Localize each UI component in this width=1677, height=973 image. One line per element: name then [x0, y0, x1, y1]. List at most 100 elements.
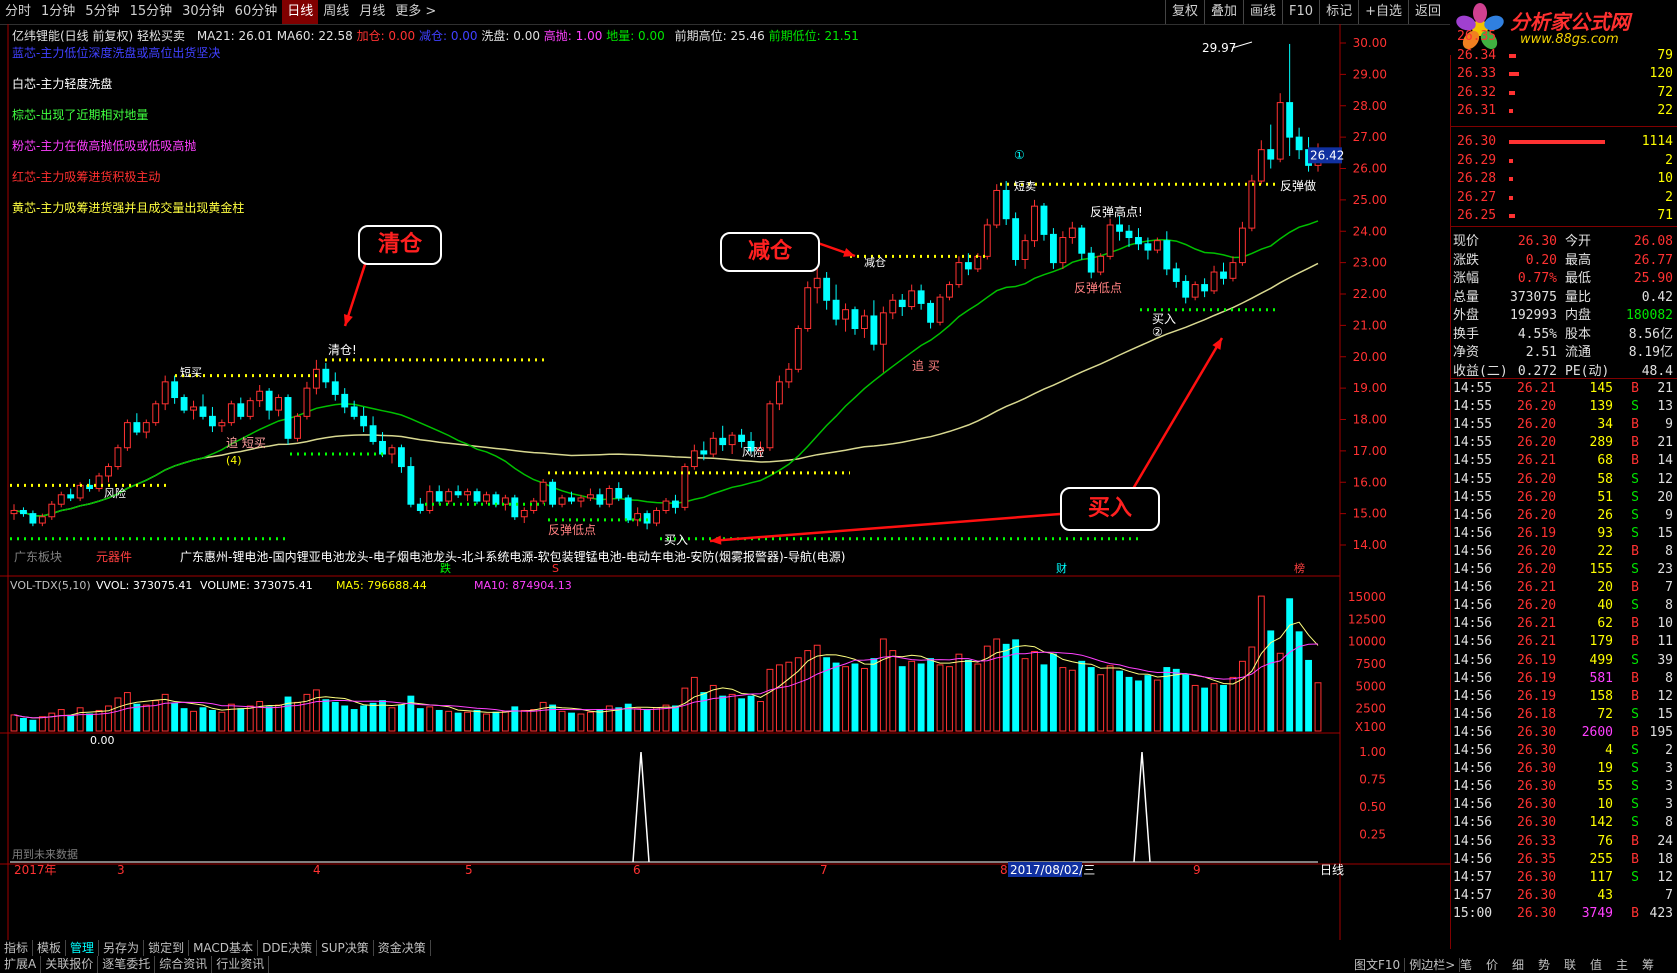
- tick-row[interactable]: 14:55 26.20 58 S 12: [1453, 471, 1673, 489]
- panel-tab-2[interactable]: 细: [1505, 956, 1531, 973]
- quote-value-2: 25.90: [1633, 271, 1673, 286]
- tab-8[interactable]: 月线: [354, 0, 390, 24]
- indicator-tab-0[interactable]: 指标: [0, 940, 34, 956]
- candle-body-97: [927, 302, 935, 323]
- tick-row[interactable]: 14:56 26.35 255 B 18: [1453, 851, 1673, 869]
- orderbook-bar: [1509, 109, 1513, 114]
- tick-row[interactable]: 14:56 26.19 93 S 15: [1453, 525, 1673, 543]
- volume-bar-100: [955, 653, 963, 732]
- panel-tab-6[interactable]: 主: [1609, 956, 1635, 973]
- tick-row[interactable]: 14:55 26.20 51 S 20: [1453, 489, 1673, 507]
- tool-button-3[interactable]: F10: [1282, 0, 1319, 24]
- tick-row[interactable]: 14:56 26.21 62 B 10: [1453, 615, 1673, 633]
- orderbook-row[interactable]: 26.28 10: [1453, 170, 1673, 188]
- tab-3[interactable]: 15分钟: [125, 0, 178, 24]
- tick-row[interactable]: 14:56 26.30 10 S 3: [1453, 796, 1673, 814]
- tick-row[interactable]: 14:56 26.30 55 S 3: [1453, 778, 1673, 796]
- tool-button-6[interactable]: 返回: [1407, 0, 1447, 24]
- tick-row[interactable]: 14:56 26.30 19 S 3: [1453, 760, 1673, 778]
- tick-row[interactable]: 14:55 26.20 289 B 21: [1453, 434, 1673, 452]
- bottom-tab-1[interactable]: 关联报价: [41, 956, 99, 973]
- tick-row[interactable]: 14:56 26.30 2600 B 195: [1453, 724, 1673, 742]
- tab-6[interactable]: 日线: [282, 0, 319, 24]
- bottom-tab-4[interactable]: 行业资讯: [212, 956, 270, 973]
- orderbook-row[interactable]: 26.34 79: [1453, 47, 1673, 65]
- tick-row[interactable]: 14:56 26.20 22 B 8: [1453, 543, 1673, 561]
- candle-body-83: [794, 328, 802, 370]
- tick-row[interactable]: 14:56 26.33 76 B 24: [1453, 833, 1673, 851]
- orderbook-row[interactable]: 26.25 71: [1453, 207, 1673, 225]
- tool-button-2[interactable]: 画线: [1243, 0, 1282, 24]
- tick-row[interactable]: 14:56 26.30 142 S 8: [1453, 814, 1673, 832]
- panel-tab-1[interactable]: 价: [1479, 956, 1505, 973]
- candle-body-29: [284, 397, 292, 439]
- tab-0[interactable]: 分时: [0, 0, 36, 24]
- tick-row[interactable]: 14:56 26.19 499 S 39: [1453, 652, 1673, 670]
- orderbook-row[interactable]: 26.27 2: [1453, 189, 1673, 207]
- panel-tab-3[interactable]: 势: [1531, 956, 1557, 973]
- tick-row[interactable]: 14:55 26.20 139 S 13: [1453, 398, 1673, 416]
- candle-body-131: [1248, 180, 1256, 229]
- tick-row[interactable]: 14:56 26.19 158 B 12: [1453, 688, 1673, 706]
- kline-chart[interactable]: 30.0029.0028.0027.0026.0025.0024.0023.00…: [0, 24, 1450, 940]
- label-jiancang: 减仓: [864, 255, 886, 269]
- orderbook-row[interactable]: 26.32 72: [1453, 84, 1673, 102]
- tab-2[interactable]: 5分钟: [80, 0, 124, 24]
- tab-1[interactable]: 1分钟: [36, 0, 80, 24]
- tick-time: 14:56: [1453, 543, 1493, 559]
- bottom-tab-3[interactable]: 综合资讯: [155, 956, 213, 973]
- tick-row[interactable]: 14:56 26.21 179 B 11: [1453, 633, 1673, 651]
- panel-tab-4[interactable]: 联: [1557, 956, 1583, 973]
- tick-row[interactable]: 14:56 26.30 4 S 2: [1453, 742, 1673, 760]
- tick-row[interactable]: 14:55 26.21 68 B 14: [1453, 452, 1673, 470]
- tab-4[interactable]: 30分钟: [177, 0, 230, 24]
- orderbook-row[interactable]: 26.30 1114: [1453, 133, 1673, 151]
- tick-row[interactable]: 14:56 26.19 581 B 8: [1453, 670, 1673, 688]
- orderbook-row[interactable]: 26.29 2: [1453, 152, 1673, 170]
- tick-count: 8: [1665, 598, 1673, 614]
- indicator-tab-3[interactable]: 另存为: [99, 940, 145, 956]
- tab-5[interactable]: 60分钟: [230, 0, 283, 24]
- panel-tab-0[interactable]: 笔: [1453, 956, 1479, 973]
- tick-row[interactable]: 14:55 26.21 145 B 21: [1453, 380, 1673, 398]
- tool-button-0[interactable]: 复权: [1164, 0, 1204, 24]
- indicator-tab-6[interactable]: DDE决策: [258, 940, 318, 956]
- tick-row[interactable]: 14:56 26.21 20 B 7: [1453, 579, 1673, 597]
- volume-bar-105: [1002, 643, 1010, 732]
- indicator-tab-7[interactable]: SUP决策: [317, 940, 374, 956]
- orderbook-row[interactable]: 26.35: [1453, 28, 1673, 46]
- tick-row[interactable]: 14:56 26.20 155 S 23: [1453, 561, 1673, 579]
- indicator-tab-5[interactable]: MACD基本: [189, 940, 259, 956]
- bottom-right-tab-0[interactable]: 图文F10: [1350, 958, 1406, 972]
- tool-button-4[interactable]: 标记: [1319, 0, 1358, 24]
- vol-info-c: VOLUME: 373075.41: [200, 579, 313, 592]
- orderbook-row[interactable]: 26.33 120: [1453, 65, 1673, 83]
- orderbook-row[interactable]: 26.31 22: [1453, 102, 1673, 120]
- bottom-tab-0[interactable]: 扩展A: [0, 956, 42, 973]
- candle-body-59: [568, 497, 575, 502]
- tick-row[interactable]: 14:56 26.20 26 S 9: [1453, 507, 1673, 525]
- tool-button-5[interactable]: +自选: [1358, 0, 1408, 24]
- volume-bar-24: [237, 708, 245, 732]
- tick-volume: 51: [1597, 489, 1613, 505]
- bottom-tab-2[interactable]: 逐笔委托: [98, 956, 156, 973]
- panel-tab-7[interactable]: 筹: [1635, 956, 1661, 973]
- tick-row[interactable]: 14:57 26.30 117 S 12: [1453, 869, 1673, 887]
- tick-row[interactable]: 15:00 26.30 3749 B 423: [1453, 905, 1673, 923]
- tab-7[interactable]: 周线: [318, 0, 354, 24]
- panel-tab-5[interactable]: 值: [1583, 956, 1609, 973]
- tick-row[interactable]: 14:57 26.30 43 7: [1453, 887, 1673, 905]
- tool-button-1[interactable]: 叠加: [1204, 0, 1243, 24]
- indicator-tab-4[interactable]: 锁定到: [144, 940, 190, 956]
- volume-bar-120: [1144, 675, 1152, 732]
- label-qingcang: 清仓!: [328, 343, 357, 357]
- tick-row[interactable]: 14:56 26.20 40 S 8: [1453, 597, 1673, 615]
- indicator-tab-2[interactable]: 管理: [66, 940, 100, 956]
- indicator-tab-1[interactable]: 模板: [33, 940, 67, 956]
- tick-row[interactable]: 14:55 26.20 34 B 9: [1453, 416, 1673, 434]
- indicator-tab-8[interactable]: 资金决策: [374, 940, 431, 956]
- tick-count: 12: [1657, 869, 1673, 885]
- bottom-right-tab-1[interactable]: 例边栏>: [1405, 958, 1461, 972]
- tab-9[interactable]: 更多 >: [390, 0, 441, 24]
- tick-row[interactable]: 14:56 26.18 72 S 15: [1453, 706, 1673, 724]
